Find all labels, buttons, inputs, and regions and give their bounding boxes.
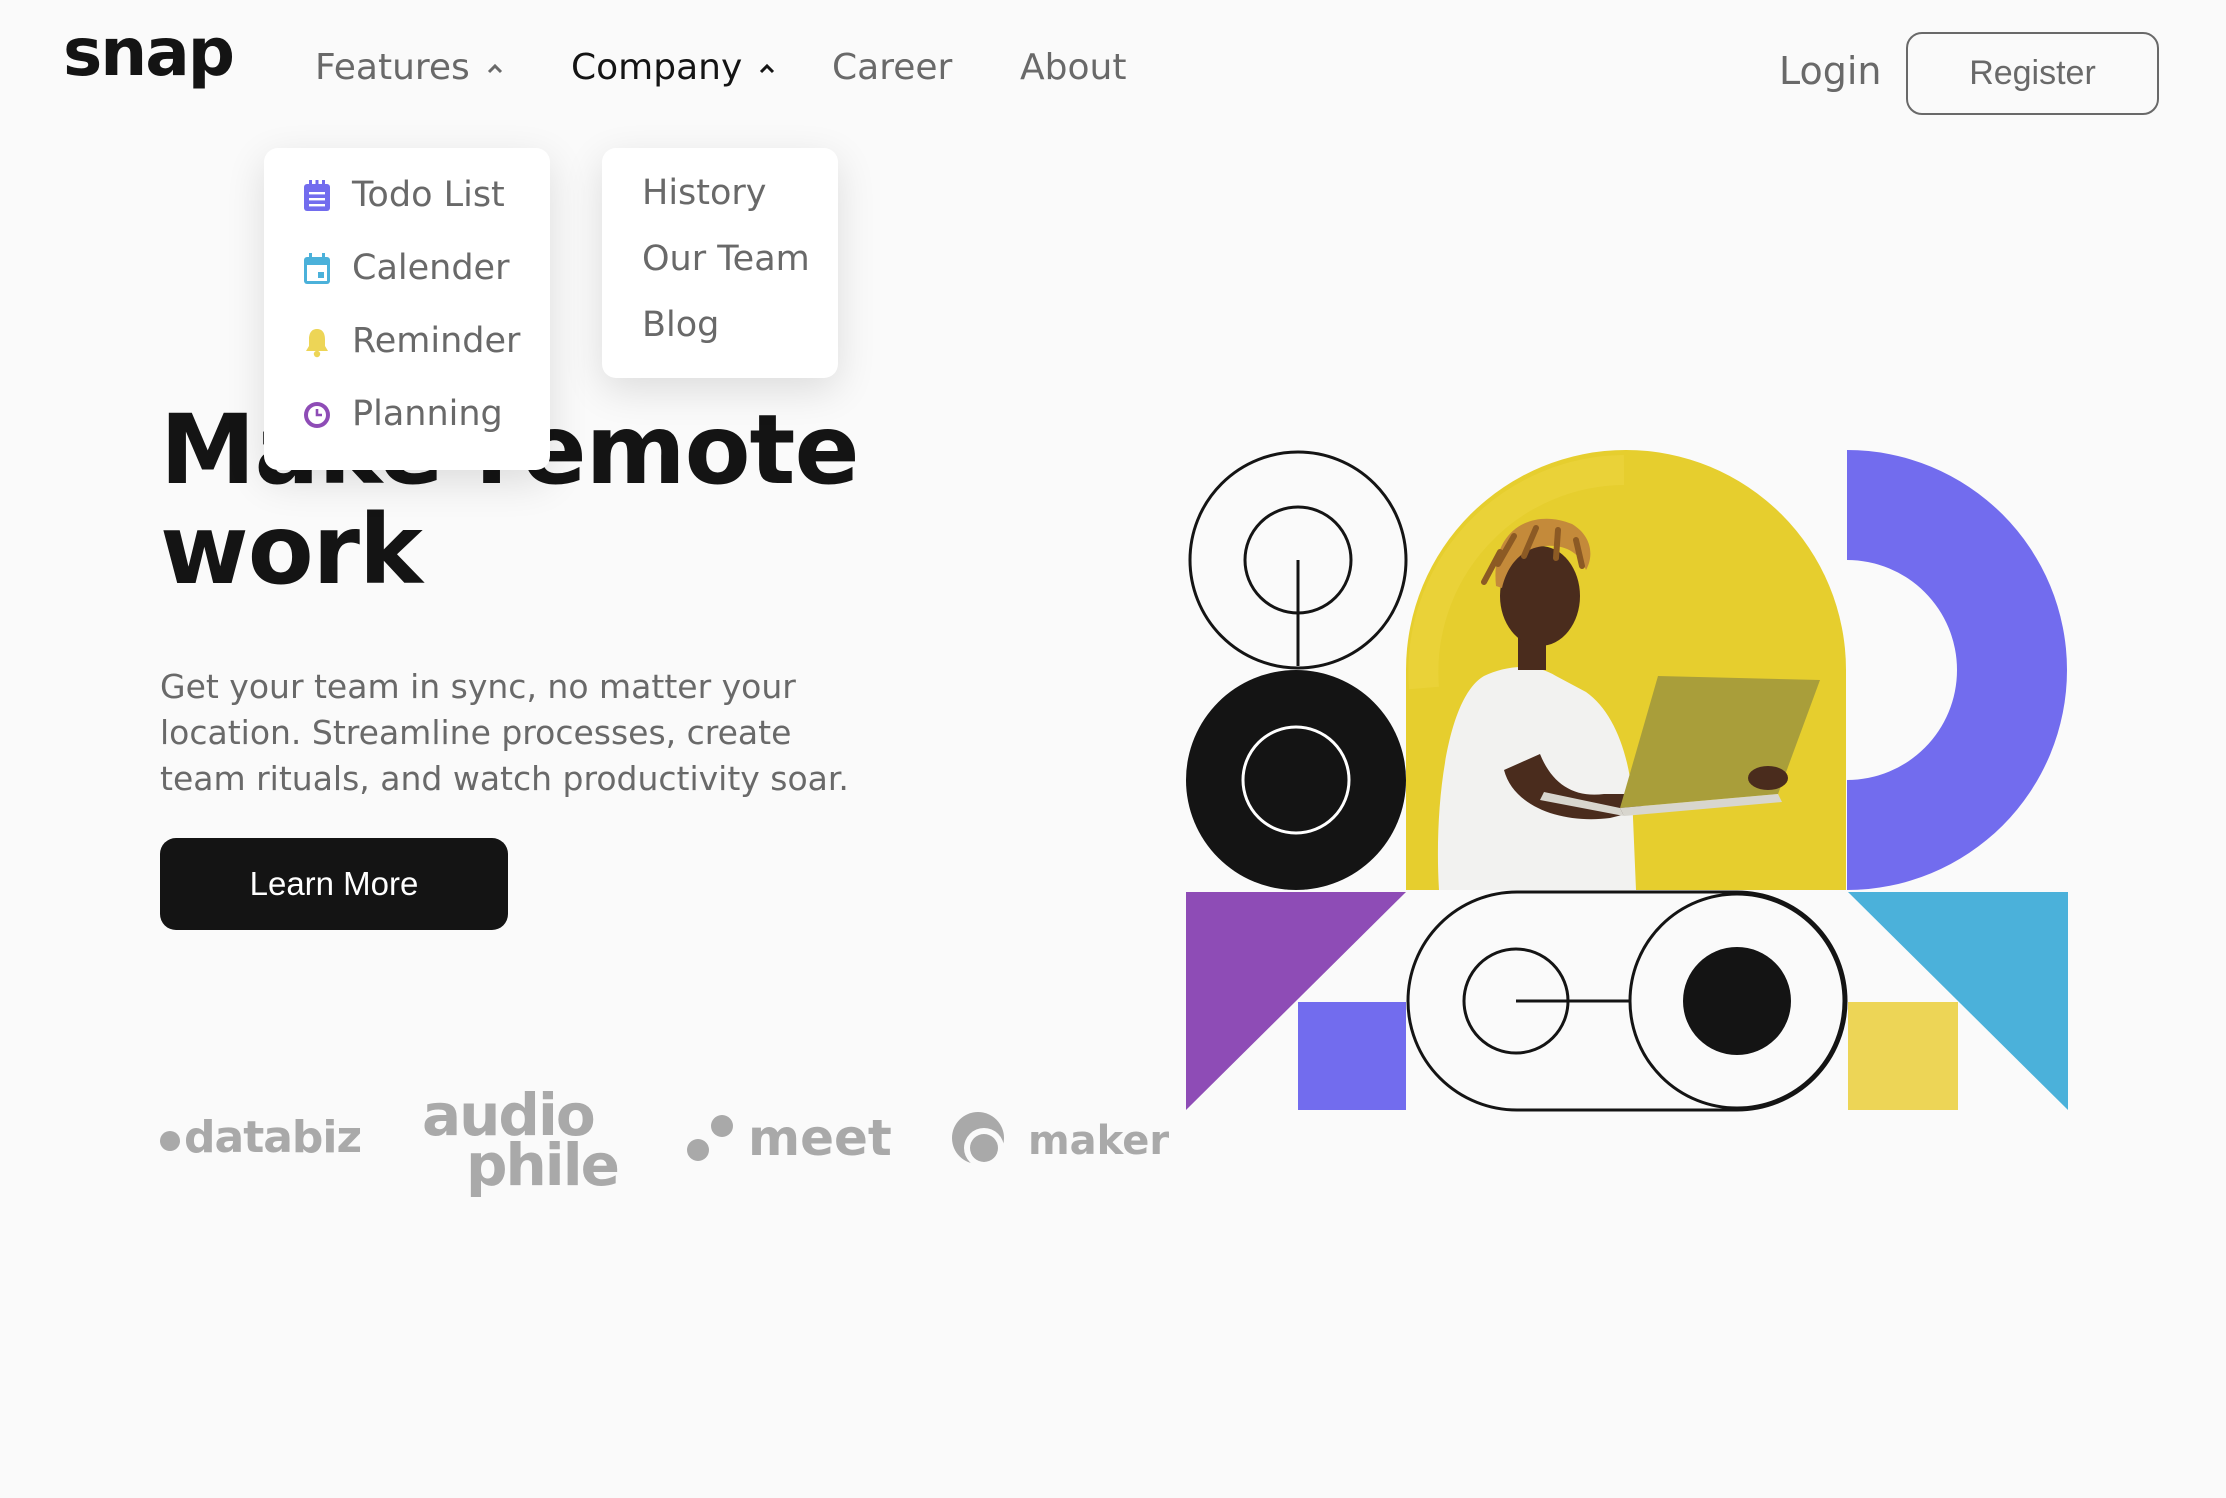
hero-title-line2: work [160, 494, 423, 606]
calendar-icon [304, 252, 330, 284]
databiz-wordmark: databiz [184, 1112, 362, 1163]
features-dropdown: Todo List Calender Reminder Planning [264, 148, 550, 470]
nav-career[interactable]: Career [832, 50, 952, 86]
clock-icon [304, 401, 330, 428]
login-link[interactable]: Login [1779, 52, 1882, 90]
capsule-illustration-icon [1406, 890, 1848, 1112]
learn-more-button[interactable]: Learn More [160, 838, 508, 930]
menu-item-calender[interactable]: Calender [302, 251, 509, 286]
nav-company-label: Company [571, 47, 743, 88]
black-disc-illustration-icon [1186, 670, 1406, 890]
client-logo-audiophile: audio phile [422, 1086, 620, 1199]
bell-icon [306, 328, 328, 357]
nav-features[interactable]: Features [315, 50, 506, 86]
half-donut-illustration-icon [1847, 450, 2067, 890]
violet-square-illustration-icon [1298, 1002, 1406, 1110]
hero-illustration [1186, 450, 2068, 1112]
menu-item-label: Planning [352, 394, 503, 434]
hero-description: Get your team in sync, no matter your lo… [160, 667, 849, 798]
menu-item-label: Todo List [352, 175, 505, 215]
meet-wordmark: meet [748, 1109, 892, 1167]
person-with-laptop-photo [1406, 450, 1846, 890]
ring-illustration-icon [1188, 450, 1408, 670]
maker-circles-icon [952, 1112, 1004, 1168]
register-button[interactable]: Register [1906, 32, 2159, 115]
databiz-dot-icon [160, 1131, 180, 1151]
nav-company[interactable]: Company [571, 50, 778, 86]
nav-about-label: About [1020, 47, 1127, 88]
menu-item-history[interactable]: History [642, 176, 767, 211]
chevron-up-icon [760, 63, 775, 74]
client-logo-meet: meet [686, 1112, 892, 1164]
menu-item-blog[interactable]: Blog [642, 308, 719, 343]
menu-item-our-team[interactable]: Our Team [642, 242, 810, 277]
menu-item-label: Reminder [352, 321, 521, 361]
menu-item-reminder[interactable]: Reminder [302, 324, 520, 359]
nav-features-label: Features [315, 47, 470, 88]
todo-icon [304, 179, 330, 211]
client-logo-databiz: databiz [160, 1112, 362, 1163]
yellow-square-illustration-icon [1848, 1002, 1958, 1110]
maker-wordmark: maker [1028, 1118, 1170, 1164]
nav-career-label: Career [832, 47, 953, 88]
menu-item-planning[interactable]: Planning [302, 397, 503, 432]
logo[interactable]: snap [63, 20, 235, 86]
audiophile-line2: phile [466, 1131, 620, 1199]
company-dropdown: History Our Team Blog [602, 148, 838, 378]
chevron-up-icon [487, 63, 502, 74]
meet-dots-icon [687, 1115, 733, 1161]
nav-about[interactable]: About [1020, 50, 1126, 86]
menu-item-todo-list[interactable]: Todo List [302, 178, 505, 213]
menu-item-label: Calender [352, 248, 510, 288]
client-logo-maker: maker [950, 1110, 1169, 1172]
